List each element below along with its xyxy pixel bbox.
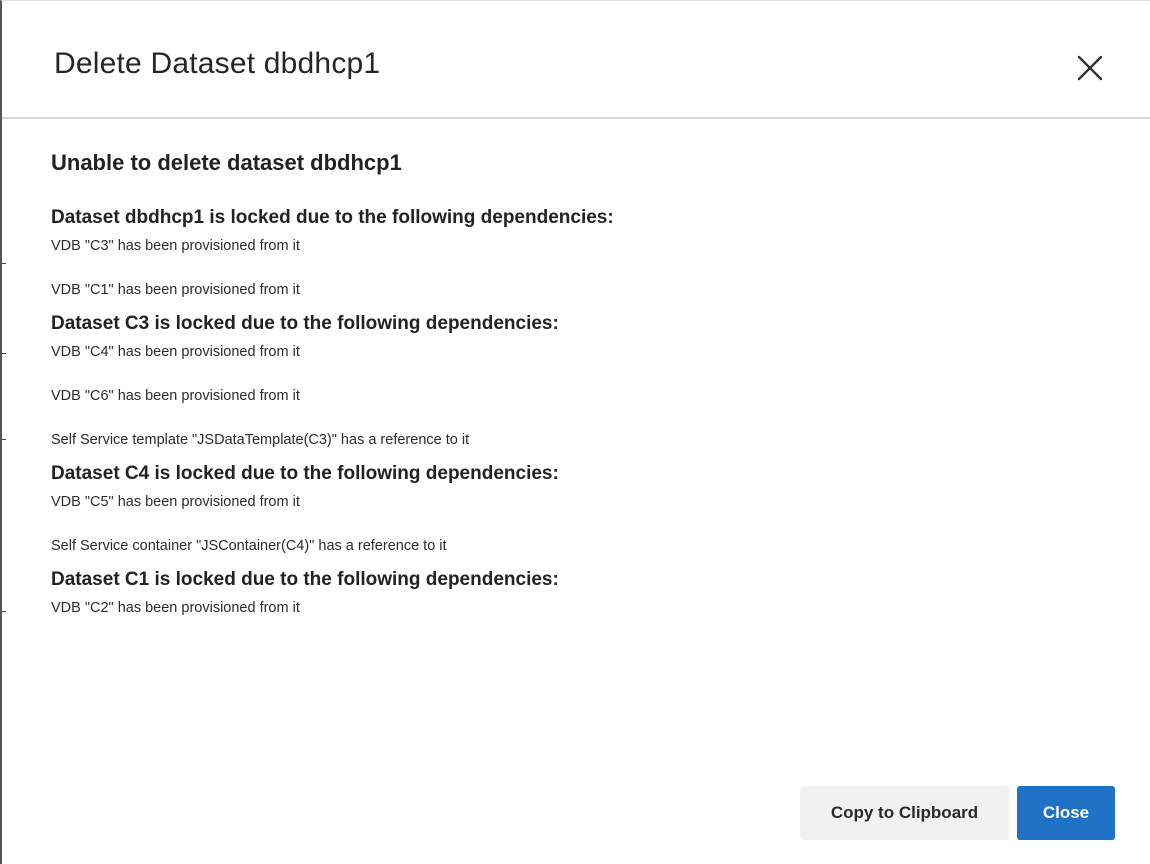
edge-divider — [2, 439, 6, 440]
dependency-group-heading: Dataset C3 is locked due to the followin… — [51, 313, 559, 334]
dependency-item: Self Service container "JSContainer(C4)"… — [51, 538, 447, 554]
dependency-group: Dataset dbdhcp1 is locked due to the fol… — [51, 204, 1111, 310]
close-button[interactable]: Close — [1017, 786, 1115, 840]
error-heading: Unable to delete dataset dbdhcp1 — [51, 150, 402, 175]
close-icon[interactable] — [1072, 50, 1108, 86]
dependency-group-heading: Dataset C1 is locked due to the followin… — [51, 569, 559, 590]
dependency-group-heading: Dataset dbdhcp1 is locked due to the fol… — [51, 207, 614, 228]
dependency-group-heading: Dataset C4 is locked due to the followin… — [51, 463, 559, 484]
dependency-item: Self Service template "JSDataTemplate(C3… — [51, 432, 470, 448]
dependency-item: VDB "C4" has been provisioned from it — [51, 344, 300, 360]
dialog-title: Delete Dataset dbdhcp1 — [54, 47, 381, 80]
dependency-group: Dataset C1 is locked due to the followin… — [51, 566, 1111, 628]
dependency-list: VDB "C5" has been provisioned from it Se… — [51, 488, 1111, 566]
dependency-item: VDB "C3" has been provisioned from it — [51, 238, 300, 254]
delete-dataset-dialog: Delete Dataset dbdhcp1 Unable to delete … — [0, 0, 1150, 864]
dependency-list: VDB "C2" has been provisioned from it — [51, 594, 1111, 628]
dialog-body: Unable to delete dataset dbdhcp1 Dataset… — [51, 148, 1111, 628]
dependency-item: VDB "C6" has been provisioned from it — [51, 388, 300, 404]
dialog-header: Delete Dataset dbdhcp1 — [2, 1, 1150, 119]
dependency-group: Dataset C4 is locked due to the followin… — [51, 460, 1111, 566]
edge-divider — [2, 263, 6, 264]
dependency-group: Dataset C3 is locked due to the followin… — [51, 310, 1111, 460]
dependency-item: VDB "C2" has been provisioned from it — [51, 600, 300, 616]
edge-divider — [2, 353, 6, 354]
dependency-list: VDB "C3" has been provisioned from it VD… — [51, 232, 1111, 310]
edge-divider — [2, 611, 6, 612]
copy-to-clipboard-button[interactable]: Copy to Clipboard — [800, 786, 1009, 840]
dependency-list: VDB "C4" has been provisioned from it VD… — [51, 338, 1111, 460]
dependency-item: VDB "C1" has been provisioned from it — [51, 282, 300, 298]
dependency-item: VDB "C5" has been provisioned from it — [51, 494, 300, 510]
